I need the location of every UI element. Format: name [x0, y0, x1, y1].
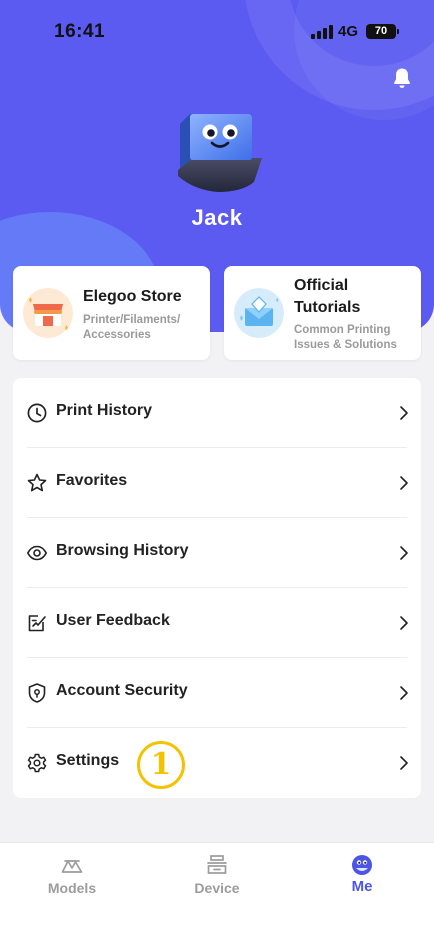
gear-icon: [27, 753, 47, 773]
status-bar: 16:41 4G 70: [0, 0, 434, 64]
menu-item-label: Print History: [56, 402, 153, 419]
battery-level: 70: [374, 25, 388, 37]
clock-icon: [27, 403, 47, 423]
card-title-line1: Official: [294, 277, 349, 294]
status-time: 16:41: [54, 21, 106, 42]
notification-bell-icon[interactable]: [390, 66, 414, 90]
tab-label: Models: [47, 880, 97, 896]
menu-item-browsing-history[interactable]: Browsing History: [13, 518, 421, 588]
chevron-right-icon: [400, 616, 408, 630]
bottom-tab-bar: Models Device Me: [0, 842, 434, 942]
shield-icon: [28, 683, 46, 703]
card-title: Elegoo Store: [83, 288, 182, 305]
chevron-right-icon: [400, 546, 408, 560]
store-icon: [23, 288, 73, 338]
chevron-right-icon: [400, 756, 408, 770]
card-title-line2: Tutorials: [294, 299, 361, 316]
tab-me[interactable]: Me: [290, 843, 434, 913]
menu-item-print-history[interactable]: Print History: [13, 378, 421, 448]
avatar[interactable]: [172, 110, 264, 196]
card-subtitle-line1: Common Printing: [294, 324, 391, 336]
card-subtitle-line2: Issues & Solutions: [294, 339, 397, 351]
feedback-icon: [28, 615, 46, 632]
menu-list: Print History Favorites Browsing History…: [13, 378, 421, 798]
signal-icon: [311, 25, 333, 39]
star-icon: [27, 473, 47, 492]
tab-device[interactable]: Device: [145, 843, 289, 913]
card-subtitle-line2: Accessories: [83, 329, 151, 341]
printer-icon: [207, 855, 227, 874]
annotation-badge-number: 1: [150, 747, 172, 782]
elegoo-store-card[interactable]: Elegoo Store Printer/Filaments/ Accessor…: [13, 266, 210, 360]
chevron-right-icon: [400, 686, 408, 700]
battery-icon: 70: [366, 24, 399, 39]
menu-item-settings[interactable]: Settings: [13, 728, 421, 798]
menu-item-label: Account Security: [56, 682, 188, 699]
menu-item-label: User Feedback: [56, 612, 170, 629]
chevron-right-icon: [400, 476, 408, 490]
profile-name[interactable]: Jack: [0, 205, 434, 231]
menu-item-label: Favorites: [56, 472, 128, 489]
official-tutorials-card[interactable]: Official Tutorials Common Printing Issue…: [224, 266, 421, 360]
models-icon: [61, 860, 83, 873]
menu-item-favorites[interactable]: Favorites: [13, 448, 421, 518]
card-subtitle-line1: Printer/Filaments/: [83, 314, 181, 326]
tab-models[interactable]: Models: [0, 843, 144, 913]
menu-item-label: Browsing History: [56, 542, 189, 559]
tab-label: Me: [351, 878, 373, 895]
annotation-badge: 1: [137, 741, 185, 789]
eye-icon: [27, 545, 47, 561]
tab-label: Device: [194, 880, 240, 896]
tutorial-mail-icon: [234, 288, 284, 338]
menu-item-user-feedback[interactable]: User Feedback: [13, 588, 421, 658]
network-type: 4G: [338, 23, 359, 40]
menu-item-account-security[interactable]: Account Security: [13, 658, 421, 728]
menu-item-label: Settings: [56, 752, 120, 769]
me-icon: [352, 855, 372, 875]
chevron-right-icon: [400, 406, 408, 420]
